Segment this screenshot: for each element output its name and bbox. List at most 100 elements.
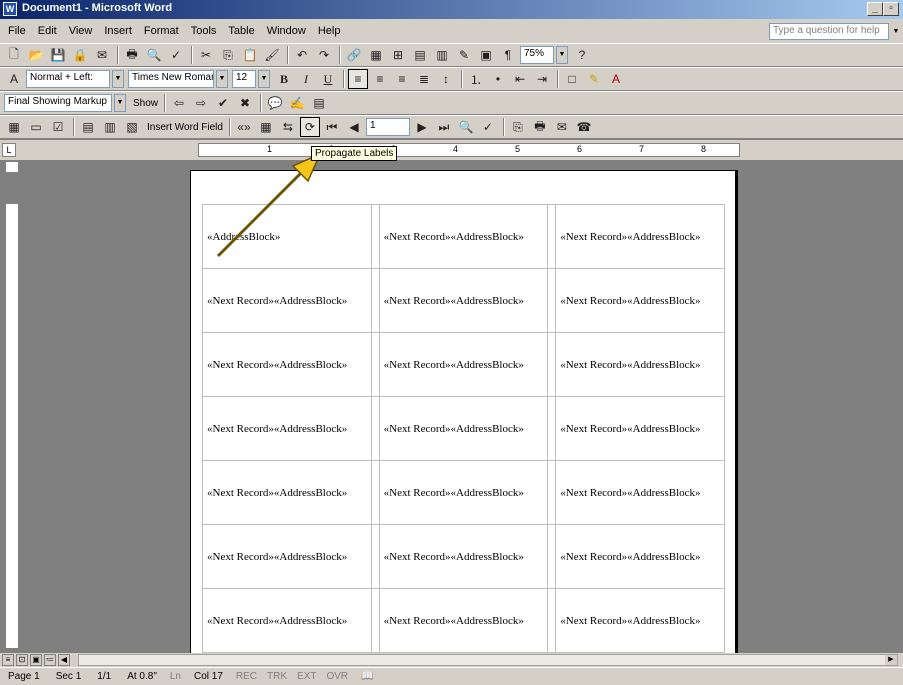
style-combo[interactable]: Normal + Left: <box>26 70 110 88</box>
hyperlink-icon[interactable]: 🔗 <box>344 45 364 65</box>
help-icon[interactable]: ? <box>572 45 592 65</box>
font-color-icon[interactable]: A <box>606 69 626 89</box>
insert-merge-fields-icon[interactable]: ▧ <box>122 117 142 137</box>
status-ovr[interactable]: OVR <box>321 671 353 682</box>
new-document-icon[interactable]: 🗋 <box>4 45 24 65</box>
bold-button[interactable]: B <box>274 69 294 89</box>
document-map-icon[interactable]: ▣ <box>476 45 496 65</box>
menu-edit[interactable]: Edit <box>32 23 63 39</box>
print-preview-icon[interactable]: 🔍 <box>144 45 164 65</box>
minimize-button[interactable]: _ <box>867 2 883 16</box>
accept-change-icon[interactable]: ✔ <box>213 93 233 113</box>
zoom-dropdown-icon[interactable]: ▼ <box>556 46 568 64</box>
merge-to-fax-icon[interactable]: ☎ <box>574 117 594 137</box>
insert-excel-icon[interactable]: ▤ <box>410 45 430 65</box>
labels-table[interactable]: «AddressBlock» «Next Record»«AddressBloc… <box>202 204 725 653</box>
copy-icon[interactable]: ⎘ <box>218 45 238 65</box>
label-cell[interactable]: «Next Record»«AddressBlock» <box>378 204 549 269</box>
horizontal-ruler[interactable]: L 1 2 3 4 5 6 7 8 <box>0 140 903 160</box>
email-icon[interactable]: ✉ <box>92 45 112 65</box>
label-cell[interactable]: «Next Record»«AddressBlock» <box>202 460 372 525</box>
label-cell[interactable]: «Next Record»«AddressBlock» <box>202 268 372 333</box>
label-cell[interactable]: «Next Record»«AddressBlock» <box>202 588 372 653</box>
previous-change-icon[interactable]: ⇦ <box>169 93 189 113</box>
decrease-indent-icon[interactable]: ⇤ <box>510 69 530 89</box>
label-cell[interactable]: «Next Record»«AddressBlock» <box>555 268 725 333</box>
menu-window[interactable]: Window <box>261 23 312 39</box>
status-trk[interactable]: TRK <box>262 671 292 682</box>
reviewing-pane-icon[interactable]: ▤ <box>309 93 329 113</box>
underline-button[interactable]: U <box>318 69 338 89</box>
increase-indent-icon[interactable]: ⇥ <box>532 69 552 89</box>
label-cell[interactable]: «AddressBlock» <box>202 204 372 269</box>
format-painter-icon[interactable]: 🖌 <box>262 45 282 65</box>
align-left-icon[interactable]: ≡ <box>348 69 368 89</box>
record-number-input[interactable]: 1 <box>365 118 410 136</box>
label-cell[interactable]: «Next Record»«AddressBlock» <box>555 524 725 589</box>
mail-merge-recipients-icon[interactable]: ☑ <box>48 117 68 137</box>
print-layout-view-icon[interactable]: ▣ <box>30 654 42 666</box>
scroll-left-icon[interactable]: ◀ <box>58 654 70 666</box>
scroll-right-icon[interactable]: ▶ <box>885 655 897 665</box>
open-folder-icon[interactable]: 📂 <box>26 45 46 65</box>
permission-icon[interactable]: 🔒 <box>70 45 90 65</box>
menu-help[interactable]: Help <box>312 23 347 39</box>
line-spacing-icon[interactable]: ↕ <box>436 69 456 89</box>
label-cell[interactable]: «Next Record»«AddressBlock» <box>202 332 372 397</box>
next-record-icon[interactable]: ▶ <box>412 117 432 137</box>
previous-record-icon[interactable]: ◀ <box>344 117 364 137</box>
insert-word-field-button[interactable]: Insert Word Field <box>144 122 226 133</box>
ruler-strip[interactable]: 1 2 3 4 5 6 7 8 <box>198 143 740 157</box>
tables-borders-icon[interactable]: ▦ <box>366 45 386 65</box>
ask-dropdown-icon[interactable]: ▼ <box>891 24 901 39</box>
display-dropdown-icon[interactable]: ▼ <box>114 94 126 112</box>
menu-file[interactable]: File <box>2 23 32 39</box>
undo-icon[interactable]: ↶ <box>292 45 312 65</box>
web-layout-view-icon[interactable]: ⊡ <box>16 654 28 666</box>
label-cell[interactable]: «Next Record»«AddressBlock» <box>555 204 725 269</box>
font-size-dropdown-icon[interactable]: ▼ <box>258 70 270 88</box>
match-fields-icon[interactable]: ⇆ <box>278 117 298 137</box>
display-for-review-combo[interactable]: Final Showing Markup <box>4 94 112 112</box>
main-document-setup-icon[interactable]: ▦ <box>4 117 24 137</box>
merge-to-new-document-icon[interactable]: ⎘ <box>508 117 528 137</box>
spelling-status-icon[interactable]: 📖 <box>353 671 381 682</box>
align-center-icon[interactable]: ≡ <box>370 69 390 89</box>
print-icon[interactable]: 🖶 <box>122 45 142 65</box>
menu-tools[interactable]: Tools <box>185 23 223 39</box>
italic-button[interactable]: I <box>296 69 316 89</box>
document-page[interactable]: «AddressBlock» «Next Record»«AddressBloc… <box>190 170 738 655</box>
bullets-icon[interactable]: • <box>488 69 508 89</box>
normal-view-icon[interactable]: ≡ <box>2 654 14 666</box>
show-hide-icon[interactable]: ¶ <box>498 45 518 65</box>
label-cell[interactable]: «Next Record»«AddressBlock» <box>202 396 372 461</box>
label-cell[interactable]: «Next Record»«AddressBlock» <box>202 524 372 589</box>
justify-icon[interactable]: ≣ <box>414 69 434 89</box>
show-menu-button[interactable]: Show <box>130 98 161 109</box>
zoom-combo[interactable]: 75% <box>520 46 554 64</box>
highlight-icon[interactable]: ✎ <box>584 69 604 89</box>
vertical-ruler[interactable] <box>5 161 19 649</box>
outline-view-icon[interactable]: ≔ <box>44 654 56 666</box>
label-cell[interactable]: «Next Record»«AddressBlock» <box>555 460 725 525</box>
check-errors-icon[interactable]: ✓ <box>478 117 498 137</box>
label-cell[interactable]: «Next Record»«AddressBlock» <box>555 332 725 397</box>
save-icon[interactable]: 💾 <box>48 45 68 65</box>
insert-table-icon[interactable]: ⊞ <box>388 45 408 65</box>
spelling-icon[interactable]: ✓ <box>166 45 186 65</box>
font-combo[interactable]: Times New Roman <box>128 70 214 88</box>
label-cell[interactable]: «Next Record»«AddressBlock» <box>555 588 725 653</box>
label-cell[interactable]: «Next Record»«AddressBlock» <box>378 460 549 525</box>
borders-icon[interactable]: □ <box>562 69 582 89</box>
ask-question-input[interactable]: Type a question for help <box>769 23 889 40</box>
track-changes-icon[interactable]: ✍ <box>287 93 307 113</box>
font-size-combo[interactable]: 12 <box>232 70 256 88</box>
numbering-icon[interactable]: ⒈ <box>466 69 486 89</box>
open-data-source-icon[interactable]: ▭ <box>26 117 46 137</box>
style-dropdown-icon[interactable]: ▼ <box>112 70 124 88</box>
word-app-icon[interactable]: W <box>3 2 17 16</box>
last-record-icon[interactable]: ⏭ <box>434 117 454 137</box>
tab-selector-icon[interactable]: L <box>2 143 16 157</box>
highlight-merge-fields-icon[interactable]: ▦ <box>256 117 276 137</box>
horizontal-scrollbar[interactable]: ▶ <box>78 654 898 666</box>
